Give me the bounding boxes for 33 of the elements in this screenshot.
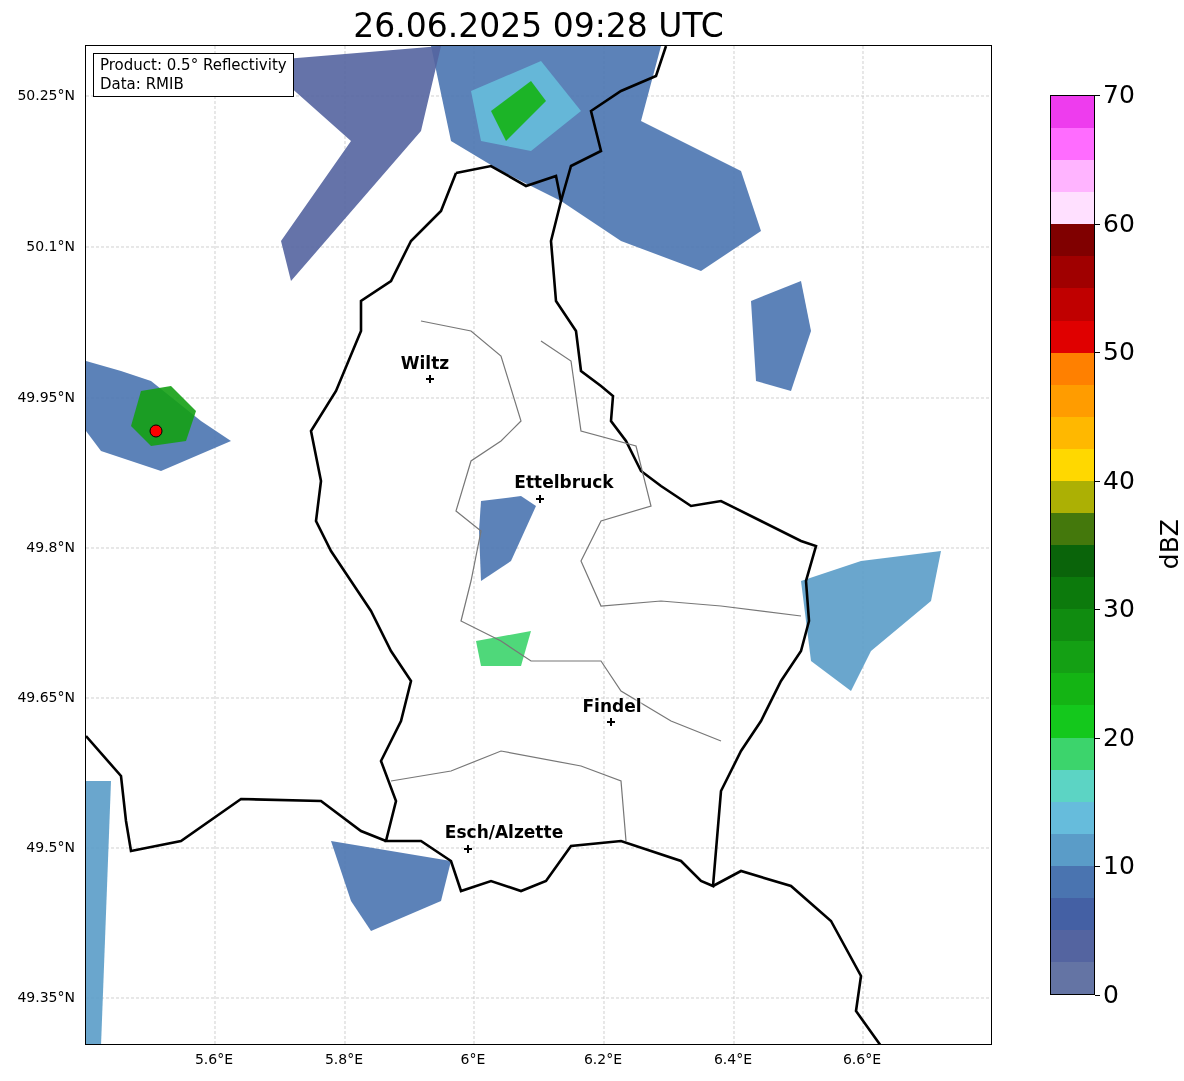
city-label: Findel <box>582 696 642 716</box>
scale-tick-label: 50 <box>1103 338 1135 367</box>
city-label: Ettelbruck <box>514 472 614 492</box>
chart-title: 26.06.2025 09:28 UTC <box>353 7 724 45</box>
longitude-label: 6°E <box>460 1051 486 1067</box>
latitude-label: 49.35°N <box>17 989 75 1005</box>
scale-tick-label: 10 <box>1103 852 1135 881</box>
scale-tick-label: 60 <box>1103 209 1135 238</box>
scale-unit-label: dBZ <box>1155 519 1184 570</box>
latitude-label: 49.5°N <box>26 839 75 855</box>
latitude-label: 49.95°N <box>17 389 75 405</box>
longitude-label: 5.6°E <box>194 1051 234 1067</box>
latitude-label: 49.8°N <box>26 539 75 555</box>
longitude-label: 5.8°E <box>324 1051 364 1067</box>
scale-tick-label: 30 <box>1103 595 1135 624</box>
scale-tick-label: 20 <box>1103 723 1135 752</box>
city-marker-icon <box>426 375 434 383</box>
city-label: Esch/Alzette <box>444 822 564 842</box>
city-marker-icon <box>536 495 544 503</box>
city-marker-icon <box>607 718 615 726</box>
longitude-label: 6.6°E <box>842 1051 882 1067</box>
longitude-label: 6.4°E <box>713 1051 753 1067</box>
scale-tick-label: 0 <box>1103 981 1119 1009</box>
info-text: Product: 0.5° Reflectivity <box>100 56 287 75</box>
latitude-label: 50.1°N <box>26 238 75 254</box>
longitude-label: 6.2°E <box>583 1051 623 1067</box>
latitude-label: 50.25°N <box>17 87 75 103</box>
scale-tick-label: 40 <box>1103 466 1135 495</box>
scale-tick-label: 70 <box>1103 81 1135 109</box>
city-label: Wiltz <box>400 353 450 373</box>
city-marker-icon <box>464 845 472 853</box>
info-text: Data: RMIB <box>100 75 185 94</box>
latitude-label: 49.65°N <box>17 689 75 705</box>
